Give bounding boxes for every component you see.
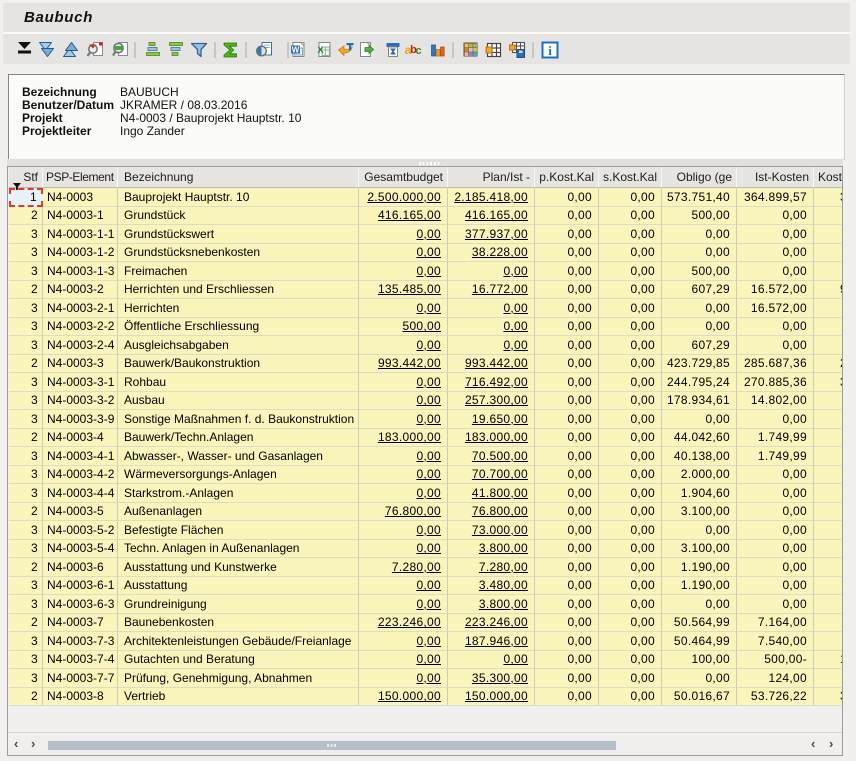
svg-text:W: W <box>292 46 300 55</box>
svg-text:X: X <box>317 45 323 55</box>
svg-text:c: c <box>415 45 421 57</box>
svg-text:i: i <box>548 43 552 58</box>
